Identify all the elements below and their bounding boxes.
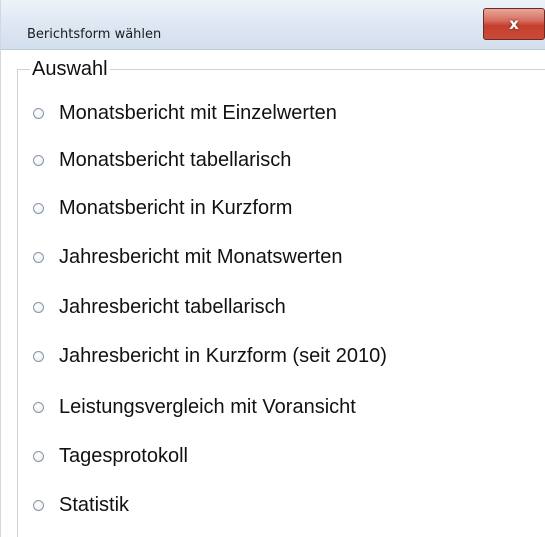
option-monatsbericht-einzelwerte[interactable]: Monatsbericht mit Einzelwerten <box>33 98 337 128</box>
option-label: Monatsbericht tabellarisch <box>59 148 292 171</box>
dialog-window: Berichtsform wählen x Auswahl Monatsberi… <box>0 0 545 537</box>
option-monatsbericht-kurzform[interactable]: Monatsbericht in Kurzform <box>33 193 292 223</box>
radio-button[interactable] <box>33 350 44 362</box>
close-button[interactable]: x <box>483 8 545 40</box>
window-title: Berichtsform wählen <box>27 27 162 42</box>
radio-button[interactable] <box>33 401 44 413</box>
radio-button[interactable] <box>33 301 44 313</box>
option-label: Tagesprotokoll <box>59 444 188 467</box>
option-leistungsvergleich[interactable]: Leistungsvergleich mit Voransicht <box>33 392 356 422</box>
radio-button[interactable] <box>33 107 44 119</box>
title-bar[interactable]: Berichtsform wählen x <box>1 0 545 50</box>
radio-button[interactable] <box>33 202 44 214</box>
radio-button[interactable] <box>33 450 44 462</box>
option-label: Leistungsvergleich mit Voransicht <box>59 395 356 418</box>
radio-button[interactable] <box>33 154 44 166</box>
close-icon: x <box>509 14 519 33</box>
groupbox-label: Auswahl <box>30 58 110 81</box>
radio-button[interactable] <box>33 499 44 511</box>
option-label: Statistik <box>59 493 130 516</box>
option-label: Monatsbericht mit Einzelwerten <box>59 101 337 124</box>
option-statistik[interactable]: Statistik <box>33 490 129 520</box>
option-label: Monatsbericht in Kurzform <box>59 196 293 219</box>
option-label: Jahresbericht mit Monatswerten <box>59 245 343 268</box>
option-monatsbericht-tabellarisch[interactable]: Monatsbericht tabellarisch <box>33 145 291 175</box>
option-label: Jahresbericht in Kurzform (seit 2010) <box>59 344 387 367</box>
option-tagesprotokoll[interactable]: Tagesprotokoll <box>33 441 188 471</box>
option-jahresbericht-monatswerte[interactable]: Jahresbericht mit Monatswerten <box>33 242 342 272</box>
option-jahresbericht-tabellarisch[interactable]: Jahresbericht tabellarisch <box>33 292 286 322</box>
option-label: Jahresbericht tabellarisch <box>59 295 286 318</box>
radio-button[interactable] <box>33 251 44 263</box>
option-jahresbericht-kurzform[interactable]: Jahresbericht in Kurzform (seit 2010) <box>33 341 387 371</box>
